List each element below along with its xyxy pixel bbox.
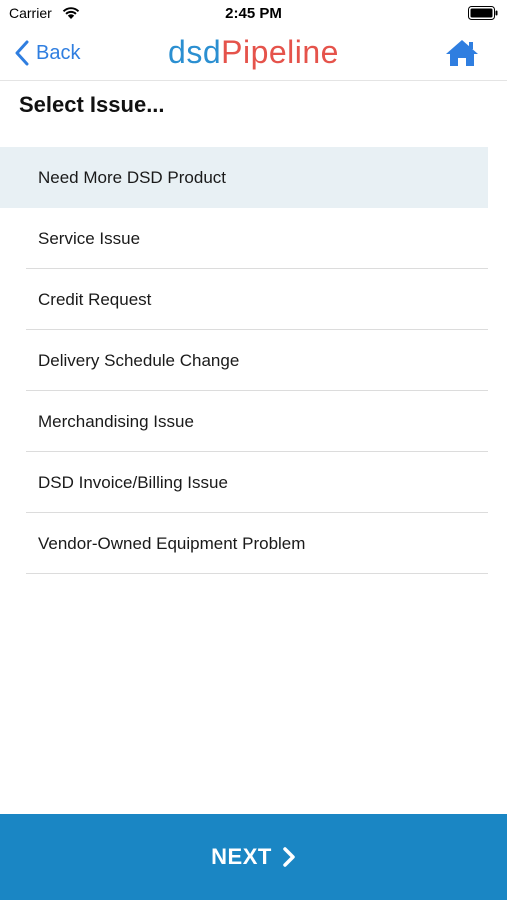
chevron-right-icon (283, 847, 295, 867)
navigation-bar: Back dsdPipeline (0, 28, 507, 81)
list-item[interactable]: Merchandising Issue (0, 391, 507, 452)
battery-icon (468, 6, 498, 20)
screen: Carrier 2:45 PM Back dsdPipeline Select … (0, 0, 507, 900)
list-item[interactable]: Service Issue (0, 208, 507, 269)
home-icon[interactable] (445, 38, 479, 68)
page-title: Select Issue... (19, 92, 165, 117)
status-time: 2:45 PM (225, 5, 282, 22)
issue-label: Vendor-Owned Equipment Problem (38, 534, 306, 553)
issue-label: Credit Request (38, 290, 152, 309)
next-button[interactable]: NEXT (0, 814, 507, 900)
issue-label: Merchandising Issue (38, 412, 194, 431)
issue-label: DSD Invoice/Billing Issue (38, 473, 228, 492)
issue-label: Delivery Schedule Change (38, 351, 240, 370)
issue-list: Need More DSD Product Service Issue Cred… (0, 147, 507, 574)
status-bar: Carrier 2:45 PM (0, 0, 507, 28)
list-item[interactable]: Vendor-Owned Equipment Problem (0, 513, 507, 574)
list-item[interactable]: Delivery Schedule Change (0, 330, 507, 391)
row-divider (26, 573, 488, 574)
list-item[interactable]: Need More DSD Product (0, 147, 507, 208)
logo-text-pipeline: Pipeline (221, 34, 339, 70)
next-label: NEXT (211, 844, 272, 869)
logo-text-dsd: dsd (168, 34, 222, 70)
list-item[interactable]: Credit Request (0, 269, 507, 330)
issue-label: Service Issue (38, 229, 141, 248)
app-logo: dsdPipeline (0, 34, 507, 71)
list-item[interactable]: DSD Invoice/Billing Issue (0, 452, 507, 513)
issue-label: Need More DSD Product (38, 168, 227, 187)
